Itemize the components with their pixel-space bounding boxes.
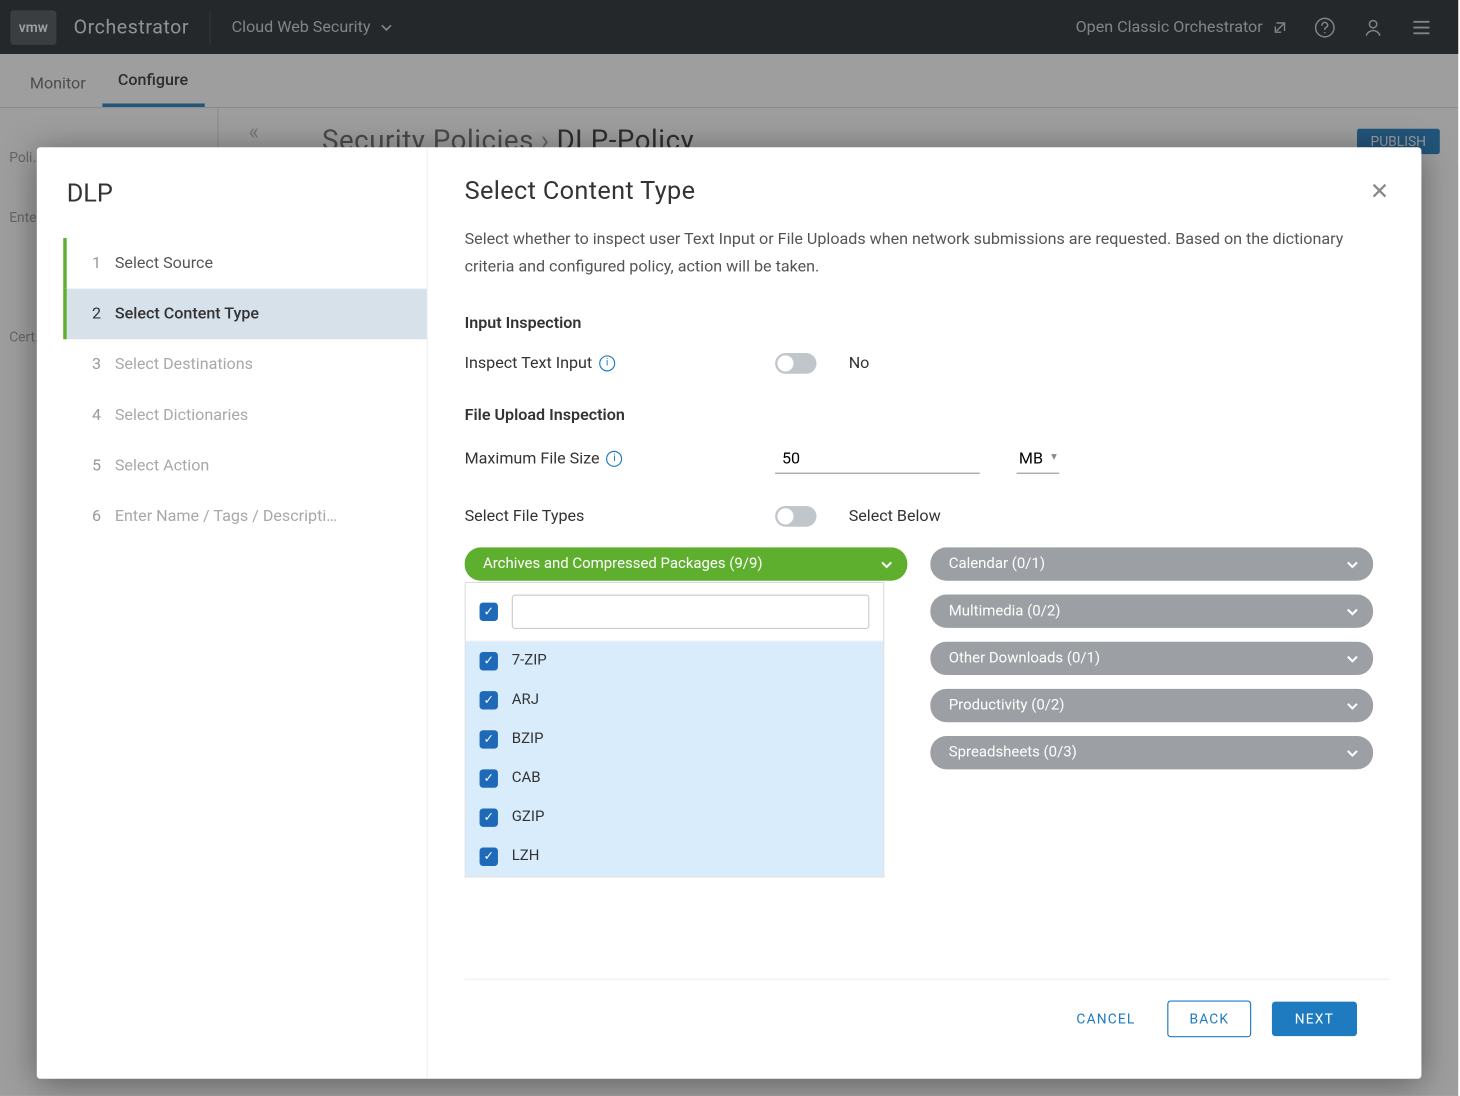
inspect-text-toggle[interactable]	[775, 353, 816, 374]
modal: DLP 1Select Source 2Select Content Type …	[37, 147, 1422, 1078]
checkbox[interactable]: ✓	[480, 691, 498, 709]
filter-input[interactable]	[512, 594, 870, 629]
chevron-down-icon	[1346, 699, 1360, 713]
checkbox[interactable]: ✓	[480, 730, 498, 748]
dd-item[interactable]: ✓ARJ	[466, 680, 883, 719]
select-ft-value: Select Below	[849, 507, 941, 525]
dd-item[interactable]: ✓CAB	[466, 759, 883, 798]
select-all-checkbox[interactable]: ✓	[480, 602, 498, 620]
step-3[interactable]: 3Select Destinations	[67, 339, 427, 390]
chevron-down-icon	[1346, 557, 1360, 571]
section-file-upload: File Upload Inspection	[465, 405, 1374, 423]
close-icon[interactable]: ✕	[1370, 177, 1389, 205]
select-ft-toggle[interactable]	[775, 506, 816, 527]
chevron-down-icon	[1346, 604, 1360, 618]
section-input-inspection: Input Inspection	[465, 313, 1374, 331]
description: Select whether to inspect user Text Inpu…	[465, 227, 1374, 282]
pill-productivity[interactable]: Productivity (0/2)	[930, 688, 1373, 721]
unit-select[interactable]: MB	[1017, 445, 1060, 474]
dd-item[interactable]: ✓LZH	[466, 837, 883, 876]
step-4[interactable]: 4Select Dictionaries	[67, 390, 427, 441]
checkbox[interactable]: ✓	[480, 808, 498, 826]
pill-multimedia[interactable]: Multimedia (0/2)	[930, 594, 1373, 627]
checkbox[interactable]: ✓	[480, 652, 498, 670]
modal-sidebar: DLP 1Select Source 2Select Content Type …	[37, 147, 428, 1078]
max-file-input[interactable]	[775, 445, 980, 474]
max-file-label: Maximum File Size	[465, 450, 600, 468]
next-button[interactable]: NEXT	[1272, 1002, 1357, 1037]
chevron-down-icon	[880, 557, 894, 571]
step-5[interactable]: 5Select Action	[67, 440, 427, 491]
pill-calendar[interactable]: Calendar (0/1)	[930, 547, 1373, 580]
dd-item[interactable]: ✓BZIP	[466, 719, 883, 758]
inspect-text-value: No	[849, 354, 870, 372]
info-icon[interactable]: i	[599, 355, 615, 371]
chevron-down-icon	[1346, 652, 1360, 666]
pill-other-downloads[interactable]: Other Downloads (0/1)	[930, 641, 1373, 674]
step-2[interactable]: 2Select Content Type	[63, 289, 426, 340]
info-icon[interactable]: i	[606, 451, 622, 467]
select-ft-label: Select File Types	[465, 507, 585, 525]
back-button[interactable]: BACK	[1168, 1001, 1251, 1038]
checkbox[interactable]: ✓	[480, 847, 498, 865]
archives-dropdown: ✓ ✓7-ZIP ✓ARJ ✓BZIP ✓CAB ✓GZIP ✓LZH	[465, 581, 885, 877]
inspect-text-label: Inspect Text Input	[465, 354, 593, 372]
step-1[interactable]: 1Select Source	[63, 238, 426, 289]
modal-title: DLP	[67, 179, 427, 208]
cancel-button[interactable]: CANCEL	[1065, 1002, 1147, 1037]
step-6[interactable]: 6Enter Name / Tags / Descripti…	[67, 491, 427, 542]
chevron-down-icon	[1346, 746, 1360, 760]
checkbox[interactable]: ✓	[480, 769, 498, 787]
page-heading: Select Content Type	[465, 177, 1390, 206]
pill-archives[interactable]: Archives and Compressed Packages (9/9)	[465, 547, 908, 580]
pill-spreadsheets[interactable]: Spreadsheets (0/3)	[930, 736, 1373, 769]
dd-item[interactable]: ✓7-ZIP	[466, 641, 883, 680]
dd-item[interactable]: ✓GZIP	[466, 798, 883, 837]
